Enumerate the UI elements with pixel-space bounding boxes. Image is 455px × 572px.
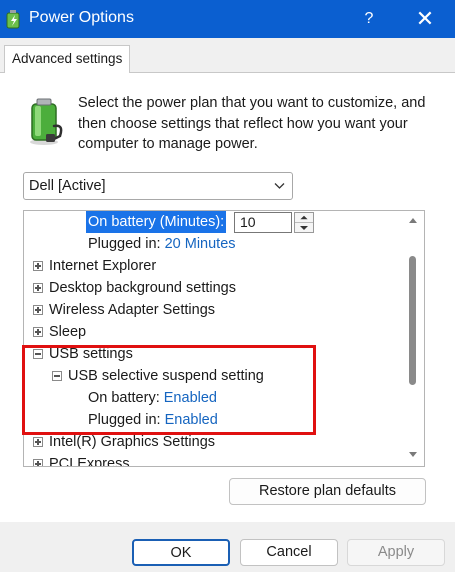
header-description: Select the power plan that you want to c… [78, 95, 426, 152]
apply-button[interactable]: Apply [347, 539, 445, 566]
usb-on-battery-label: On battery: [88, 390, 160, 406]
collapse-minus-icon[interactable] [33, 349, 43, 359]
tree-row-usb-selective-suspend[interactable]: USB selective suspend setting [24, 365, 394, 387]
cancel-button[interactable]: Cancel [240, 539, 338, 566]
close-button[interactable]: ✕ [407, 4, 443, 34]
scrollbar-thumb[interactable] [409, 256, 416, 385]
expand-plus-icon[interactable] [33, 261, 43, 271]
spin-down-icon[interactable] [295, 223, 313, 233]
tree-row-wireless-adapter[interactable]: Wireless Adapter Settings [24, 299, 394, 321]
chevron-down-icon [274, 183, 285, 189]
tree-row-usb-plugged-in[interactable]: Plugged in: Enabled [88, 409, 218, 431]
spin-up-icon[interactable] [295, 213, 313, 223]
usb-plugged-in-value[interactable]: Enabled [165, 412, 218, 428]
tree-row-usb-on-battery[interactable]: On battery: Enabled [88, 387, 217, 409]
wireless-adapter-label: Wireless Adapter Settings [49, 302, 216, 318]
plan-select-value: Dell [Active] [29, 178, 106, 194]
plugged-in-label: Plugged in: [88, 236, 161, 252]
settings-tree[interactable]: On battery (Minutes): 10 Plugged in: 20 … [23, 210, 425, 467]
restore-plan-defaults-button[interactable]: Restore plan defaults [229, 478, 426, 505]
scroll-up-arrow-icon[interactable] [408, 216, 418, 224]
expand-plus-icon[interactable] [33, 327, 43, 337]
tree-row-on-battery-minutes[interactable]: On battery (Minutes): 10 [86, 211, 406, 233]
plugged-in-value[interactable]: 20 Minutes [165, 236, 236, 252]
collapse-minus-icon[interactable] [52, 371, 62, 381]
usb-plugged-in-label: Plugged in: [88, 412, 161, 428]
desktop-background-label: Desktop background settings [49, 280, 236, 296]
tree-row-pci-express[interactable]: PCI Express [24, 453, 394, 467]
usb-selective-suspend-label: USB selective suspend setting [68, 368, 264, 384]
battery-plug-icon [30, 98, 63, 145]
usb-on-battery-value[interactable]: Enabled [164, 390, 217, 406]
expand-plus-icon[interactable] [33, 283, 43, 293]
expand-plus-icon[interactable] [33, 437, 43, 447]
power-plan-select[interactable]: Dell [Active] [23, 172, 293, 200]
tree-row-internet-explorer[interactable]: Internet Explorer [24, 255, 394, 277]
minutes-spinner[interactable] [294, 212, 314, 233]
tab-advanced-settings[interactable]: Advanced settings [4, 45, 130, 73]
tree-row-sleep[interactable]: Sleep [24, 321, 394, 343]
internet-explorer-label: Internet Explorer [49, 258, 157, 274]
expand-plus-icon[interactable] [33, 459, 43, 466]
scroll-down-arrow-icon[interactable] [408, 451, 418, 459]
title-bar: Power Options ? ✕ [0, 0, 455, 38]
power-options-icon [6, 10, 20, 29]
tree-row-desktop-background[interactable]: Desktop background settings [24, 277, 394, 299]
tree-row-plugged-in-sleep[interactable]: Plugged in: 20 Minutes [88, 233, 236, 255]
pci-express-label: PCI Express [49, 456, 130, 467]
help-button[interactable]: ? [356, 6, 382, 32]
sleep-label: Sleep [49, 324, 87, 340]
usb-settings-label: USB settings [49, 346, 133, 362]
ok-button[interactable]: OK [132, 539, 230, 566]
minutes-input[interactable]: 10 [234, 212, 292, 233]
expand-plus-icon[interactable] [33, 305, 43, 315]
tree-row-usb-settings[interactable]: USB settings [24, 343, 394, 365]
tree-row-intel-graphics[interactable]: Intel(R) Graphics Settings [24, 431, 394, 453]
on-battery-minutes-label: On battery (Minutes): [86, 211, 227, 233]
window-title: Power Options [29, 9, 134, 26]
intel-graphics-label: Intel(R) Graphics Settings [49, 434, 216, 450]
